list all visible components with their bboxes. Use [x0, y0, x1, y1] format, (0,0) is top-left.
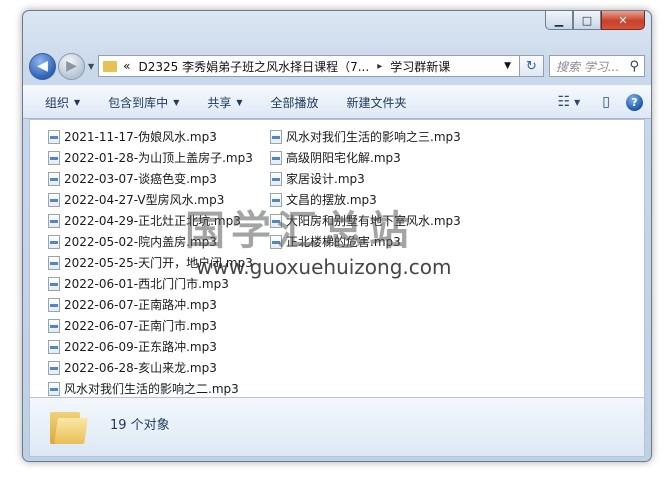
folder-icon	[103, 60, 118, 72]
folder-icon	[50, 408, 88, 444]
help-icon[interactable]: ?	[626, 93, 643, 111]
forward-button[interactable]: ▶	[58, 52, 85, 80]
include-in-library-menu[interactable]: 包含到库中 ▼	[94, 94, 193, 111]
file-name: 2022-06-09-正东路冲.mp3	[64, 340, 217, 354]
breadcrumb-current[interactable]: 学习群新课	[390, 58, 450, 75]
breadcrumb-separator[interactable]: ▸	[377, 61, 382, 72]
preview-pane-icon[interactable]: ▯	[602, 94, 610, 110]
mp3-file-icon	[48, 276, 60, 291]
file-name: 高级阴阳宅化解.mp3	[286, 151, 401, 165]
file-name: 2022-01-28-为山顶上盖房子.mp3	[64, 151, 253, 165]
breadcrumb-root[interactable]: D2325 李秀娟弟子班之风水择日课程（7...	[139, 58, 370, 75]
file-item[interactable]: 2022-03-07-谈癌色变.mp3	[48, 168, 253, 189]
mp3-file-icon	[48, 213, 60, 228]
mp3-file-icon	[48, 234, 60, 249]
mp3-file-icon	[48, 297, 60, 312]
file-item[interactable]: 2021-11-17-伪娘风水.mp3	[48, 126, 253, 147]
file-name: 2022-06-07-正南门市.mp3	[64, 319, 217, 333]
watermark-text: 国学汇总站	[185, 208, 415, 254]
back-button[interactable]: ◀	[29, 52, 56, 80]
file-name: 2022-06-28-亥山来龙.mp3	[64, 361, 217, 375]
file-item[interactable]: 家居设计.mp3	[270, 168, 461, 189]
file-item[interactable]: 风水对我们生活的影响之三.mp3	[270, 126, 461, 147]
chevron-down-icon: ▼	[74, 97, 81, 107]
mp3-file-icon	[48, 171, 60, 186]
play-all-button[interactable]: 全部播放	[257, 94, 333, 111]
maximize-button[interactable]: □	[573, 11, 601, 30]
search-placeholder: 搜索 学习...	[556, 59, 620, 74]
mp3-file-icon	[270, 171, 282, 186]
search-icon[interactable]: ⚲	[629, 59, 639, 74]
file-item[interactable]: 2022-01-28-为山顶上盖房子.mp3	[48, 147, 253, 168]
search-input[interactable]: 搜索 学习... ⚲	[549, 55, 645, 77]
change-view-icon[interactable]: ☷	[558, 94, 571, 110]
file-item[interactable]: 高级阴阳宅化解.mp3	[270, 147, 461, 168]
minimize-button[interactable]: ▁	[545, 11, 573, 30]
file-name: 2022-03-07-谈癌色变.mp3	[64, 172, 217, 186]
file-item[interactable]: 2022-06-07-正南路冲.mp3	[48, 294, 253, 315]
organize-menu[interactable]: 组织 ▼	[23, 94, 94, 111]
file-item[interactable]: 2022-06-28-亥山来龙.mp3	[48, 357, 253, 378]
chevron-down-icon: ▼	[236, 97, 243, 107]
file-item[interactable]: 风水对我们生活的影响之二.mp3	[48, 378, 253, 399]
share-menu[interactable]: 共享 ▼	[193, 94, 256, 111]
mp3-file-icon	[48, 360, 60, 375]
details-pane: 19 个对象	[29, 397, 645, 457]
window-controls: ▁ □ ✕	[545, 11, 645, 30]
refresh-button[interactable]: ↻	[520, 55, 544, 77]
mp3-file-icon	[48, 339, 60, 354]
command-bar: 组织 ▼ 包含到库中 ▼ 共享 ▼ 全部播放 新建文件夹 ☷ ▼ ▯ ?	[23, 85, 651, 119]
file-name: 2022-06-07-正南路冲.mp3	[64, 298, 217, 312]
mp3-file-icon	[48, 381, 60, 396]
mp3-file-icon	[48, 255, 60, 270]
mp3-file-icon	[270, 150, 282, 165]
mp3-file-icon	[48, 318, 60, 333]
mp3-file-icon	[48, 129, 60, 144]
recent-pages-dropdown[interactable]: ▼	[88, 62, 94, 71]
mp3-file-icon	[48, 150, 60, 165]
file-name: 风水对我们生活的影响之二.mp3	[64, 382, 239, 396]
address-prefix[interactable]: «	[123, 59, 130, 73]
file-item[interactable]: 2022-06-07-正南门市.mp3	[48, 315, 253, 336]
mp3-file-icon	[270, 129, 282, 144]
watermark-url: www.guoxuehuizong.com	[196, 255, 452, 279]
chevron-down-icon: ▼	[173, 97, 180, 107]
file-name: 2021-11-17-伪娘风水.mp3	[64, 130, 217, 144]
view-options-icon[interactable]: ▼	[574, 98, 580, 107]
file-name: 风水对我们生活的影响之三.mp3	[286, 130, 461, 144]
new-folder-button[interactable]: 新建文件夹	[333, 94, 421, 111]
close-button[interactable]: ✕	[601, 11, 645, 30]
address-bar[interactable]: « D2325 李秀娟弟子班之风水择日课程（7... ▸ 学习群新课 ▼	[98, 55, 520, 77]
file-item[interactable]: 2022-06-09-正东路冲.mp3	[48, 336, 253, 357]
address-dropdown-icon[interactable]: ▼	[504, 61, 511, 71]
file-name: 家居设计.mp3	[286, 172, 365, 186]
navigation-bar: ◀ ▶ ▼ « D2325 李秀娟弟子班之风水择日课程（7... ▸ 学习群新课…	[29, 52, 645, 80]
item-count: 19 个对象	[110, 418, 170, 433]
mp3-file-icon	[48, 192, 60, 207]
